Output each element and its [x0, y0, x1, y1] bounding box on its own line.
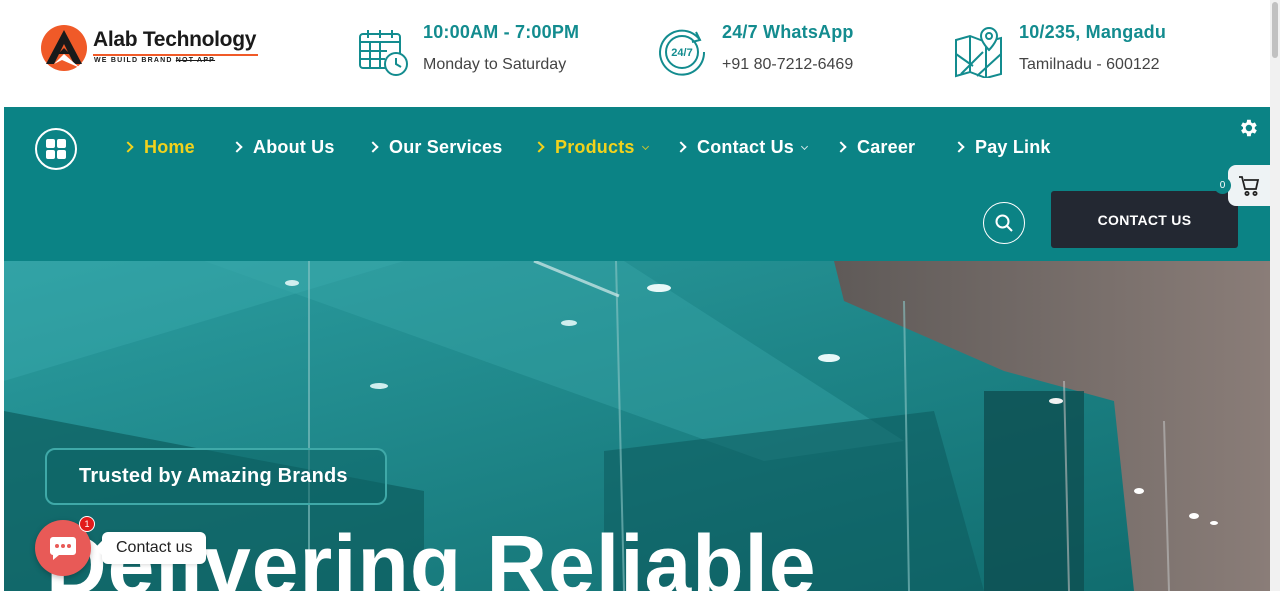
- cart-button[interactable]: [1228, 165, 1270, 206]
- nav-item-about-us[interactable]: About Us: [231, 137, 335, 158]
- tagline-prefix: WE BUILD BRAND: [94, 57, 173, 64]
- chevron-right-icon: [367, 141, 379, 153]
- chevron-right-icon: [953, 141, 965, 153]
- chat-bubble-icon: [50, 537, 76, 560]
- contact-us-cta-button[interactable]: CONTACT US: [1051, 191, 1238, 248]
- address-subtitle: Tamilnadu - 600122: [1019, 56, 1160, 73]
- whatsapp-number[interactable]: +91 80-7212-6469: [722, 56, 853, 74]
- nav-item-products[interactable]: Products: [533, 137, 649, 158]
- logo-mark-icon: [41, 25, 87, 71]
- search-button[interactable]: [983, 202, 1025, 244]
- nav-label: Pay Link: [975, 137, 1051, 157]
- nav-label: Our Services: [389, 137, 503, 157]
- hours-subtitle: Monday to Saturday: [423, 56, 567, 73]
- hours-title: 10:00AM - 7:00PM: [423, 22, 580, 42]
- nav-item-home[interactable]: Home: [122, 137, 195, 158]
- nav-item-our-services[interactable]: Our Services: [367, 137, 503, 158]
- chevron-down-icon: [800, 142, 809, 151]
- grid-menu-icon: [46, 139, 66, 159]
- whatsapp-title: 24/7 WhatsApp: [722, 22, 854, 42]
- logo-tagline: WE BUILD BRAND NOT APP: [94, 57, 215, 64]
- nav-item-contact-us[interactable]: Contact Us: [675, 137, 809, 158]
- logo-title: Alab Technology: [93, 28, 257, 51]
- chevron-right-icon: [231, 141, 243, 153]
- tagline-struck: NOT APP: [175, 57, 216, 64]
- nav-item-pay-link[interactable]: Pay Link: [953, 137, 1051, 158]
- address-title: 10/235, Mangadu: [1019, 22, 1167, 42]
- page-scrollbar[interactable]: [1270, 0, 1280, 591]
- 24-7-support-icon: 24/7: [659, 29, 706, 76]
- chevron-right-icon: [835, 141, 847, 153]
- cart-count-badge: 0: [1214, 177, 1231, 194]
- shopping-cart-icon: [1239, 176, 1260, 196]
- map-pin-icon: [955, 26, 1002, 78]
- nav-item-career[interactable]: Career: [835, 137, 916, 158]
- nav-label: Home: [144, 137, 195, 157]
- nav-label: Career: [857, 137, 916, 157]
- logo-underline: [93, 54, 258, 56]
- main-navigation: Home About Us Our Services Products Cont…: [4, 107, 1270, 261]
- chevron-down-icon: [641, 142, 649, 151]
- nav-label: About Us: [253, 137, 335, 157]
- site-logo[interactable]: Alab Technology WE BUILD BRAND NOT APP: [40, 24, 270, 72]
- search-icon: [995, 214, 1013, 232]
- chat-widget-label[interactable]: Contact us: [102, 532, 207, 564]
- scrollbar-thumb[interactable]: [1272, 2, 1278, 58]
- chevron-right-icon: [675, 141, 687, 153]
- calendar-clock-icon: [359, 30, 408, 76]
- top-info-bar: Alab Technology WE BUILD BRAND NOT APP 1…: [0, 0, 1270, 107]
- chat-notification-badge: 1: [79, 516, 95, 532]
- nav-label: Products: [555, 137, 635, 157]
- chevron-right-icon: [122, 141, 134, 153]
- nav-label: Contact Us: [697, 137, 795, 157]
- support-icon-text: 24/7: [671, 47, 692, 59]
- offcanvas-menu-button[interactable]: [35, 128, 77, 170]
- chevron-right-icon: [533, 141, 545, 153]
- settings-gear-icon[interactable]: [1237, 117, 1259, 139]
- hero-badge: Trusted by Amazing Brands: [45, 448, 387, 505]
